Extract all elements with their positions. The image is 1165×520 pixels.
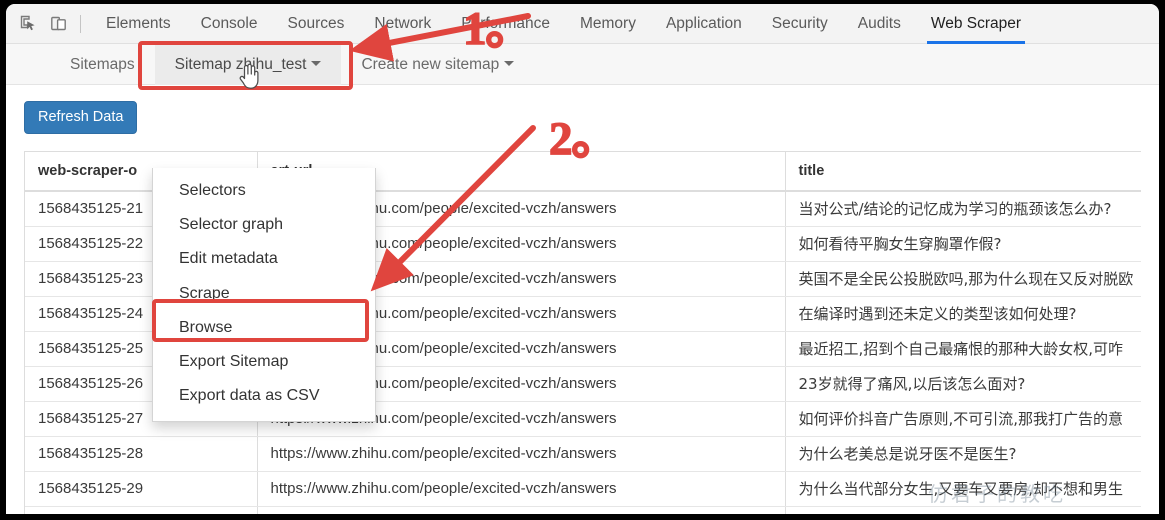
- sitemap-dropdown-menu: Selectors Selector graph Edit metadata S…: [152, 168, 376, 423]
- tab-web-scraper[interactable]: Web Scraper: [916, 4, 1036, 44]
- cell-title: 当对公式/结论的记忆成为学习的瓶颈该怎么办?: [785, 191, 1141, 227]
- chevron-down-icon: [311, 60, 322, 66]
- cell-order: 1568435125-30: [25, 506, 258, 514]
- tab-performance[interactable]: Performance: [446, 4, 565, 44]
- subnav-item-sitemap-zhihu-test[interactable]: Sitemap zhihu_test: [154, 43, 342, 85]
- table-row[interactable]: 1568435125-30 https://www.zhihu.com/peop…: [25, 506, 1141, 514]
- tab-audits[interactable]: Audits: [843, 4, 916, 44]
- menu-item-browse[interactable]: Browse: [153, 311, 375, 345]
- cell-title: 英国不是全民公投脱欧吗,那为什么现在又反对脱欧: [785, 261, 1141, 297]
- column-header-title[interactable]: title: [785, 152, 1141, 192]
- tab-network[interactable]: Network: [359, 4, 446, 44]
- subnav-item-sitemaps-label: Sitemaps: [70, 55, 135, 73]
- table-row[interactable]: 1568435125-29 https://www.zhihu.com/peop…: [25, 471, 1141, 507]
- cell-title: 如何看待平胸女生穿胸罩作假?: [785, 226, 1141, 262]
- devtools-tabstrip: Elements Console Sources Network Perform…: [6, 4, 1159, 44]
- subnav-item-sitemap-label: Sitemap zhihu_test: [174, 55, 307, 73]
- tab-memory[interactable]: Memory: [565, 4, 651, 44]
- subnav-item-sitemaps[interactable]: Sitemaps: [50, 44, 155, 85]
- cell-title: 23岁就得了痛风,以后该怎么面对?: [785, 366, 1141, 402]
- table-row[interactable]: 1568435125-28 https://www.zhihu.com/peop…: [25, 436, 1141, 472]
- cell-order: 1568435125-29: [25, 471, 258, 507]
- tab-elements[interactable]: Elements: [91, 4, 186, 44]
- menu-item-export-sitemap[interactable]: Export Sitemap: [153, 345, 375, 379]
- cell-url: https://www.zhihu.com/people/excited-vcz…: [257, 436, 786, 472]
- cell-title: 为什么老美总是说牙医不是医生?: [785, 436, 1141, 472]
- web-scraper-panel-body: Refresh Data web-scraper-o art-url title: [6, 85, 1159, 514]
- menu-item-selector-graph[interactable]: Selector graph: [153, 208, 375, 242]
- cell-title: 为什么当代部分女生,又要车又要房,却不想和男生: [785, 471, 1141, 507]
- subnav-item-create-label: Create new sitemap: [361, 55, 500, 73]
- cell-title: 清华大学计算机专业本科这位在「自己写的 CPU 上: [785, 506, 1141, 514]
- refresh-data-button[interactable]: Refresh Data: [24, 101, 138, 134]
- menu-item-selectors[interactable]: Selectors: [153, 174, 375, 208]
- menu-item-scrape[interactable]: Scrape: [153, 277, 375, 311]
- subnav-item-create-new-sitemap[interactable]: Create new sitemap: [341, 44, 534, 85]
- cell-title: 如何评价抖音广告原则,不可引流,那我打广告的意: [785, 401, 1141, 437]
- devtools-window: Elements Console Sources Network Perform…: [6, 4, 1159, 514]
- tab-application[interactable]: Application: [651, 4, 757, 44]
- cell-title: 在编译时遇到还未定义的类型该如何处理?: [785, 296, 1141, 332]
- menu-item-export-data-as-csv[interactable]: Export data as CSV: [153, 379, 375, 413]
- devtools-tab-list: Elements Console Sources Network Perform…: [91, 4, 1036, 44]
- menu-item-edit-metadata[interactable]: Edit metadata: [153, 242, 375, 276]
- screenshot-root: Elements Console Sources Network Perform…: [0, 0, 1165, 520]
- tab-security[interactable]: Security: [757, 4, 843, 44]
- tab-sources[interactable]: Sources: [273, 4, 360, 44]
- cell-order: 1568435125-28: [25, 436, 258, 472]
- web-scraper-subnav: Sitemaps Sitemap zhihu_test Create new s…: [6, 43, 1159, 85]
- device-toolbar-icon[interactable]: [44, 10, 72, 38]
- chevron-down-icon: [504, 60, 515, 66]
- cell-url: https://www.zhihu.com/people/excited-vcz…: [257, 471, 786, 507]
- cell-title: 最近招工,招到个自己最痛恨的那种大龄女权,可咋: [785, 331, 1141, 367]
- cell-url: https://www.zhihu.com/people/excited-vcz…: [257, 506, 786, 514]
- inspect-element-icon[interactable]: [14, 10, 42, 38]
- tab-console[interactable]: Console: [186, 4, 273, 44]
- toolbar-divider: [80, 14, 81, 33]
